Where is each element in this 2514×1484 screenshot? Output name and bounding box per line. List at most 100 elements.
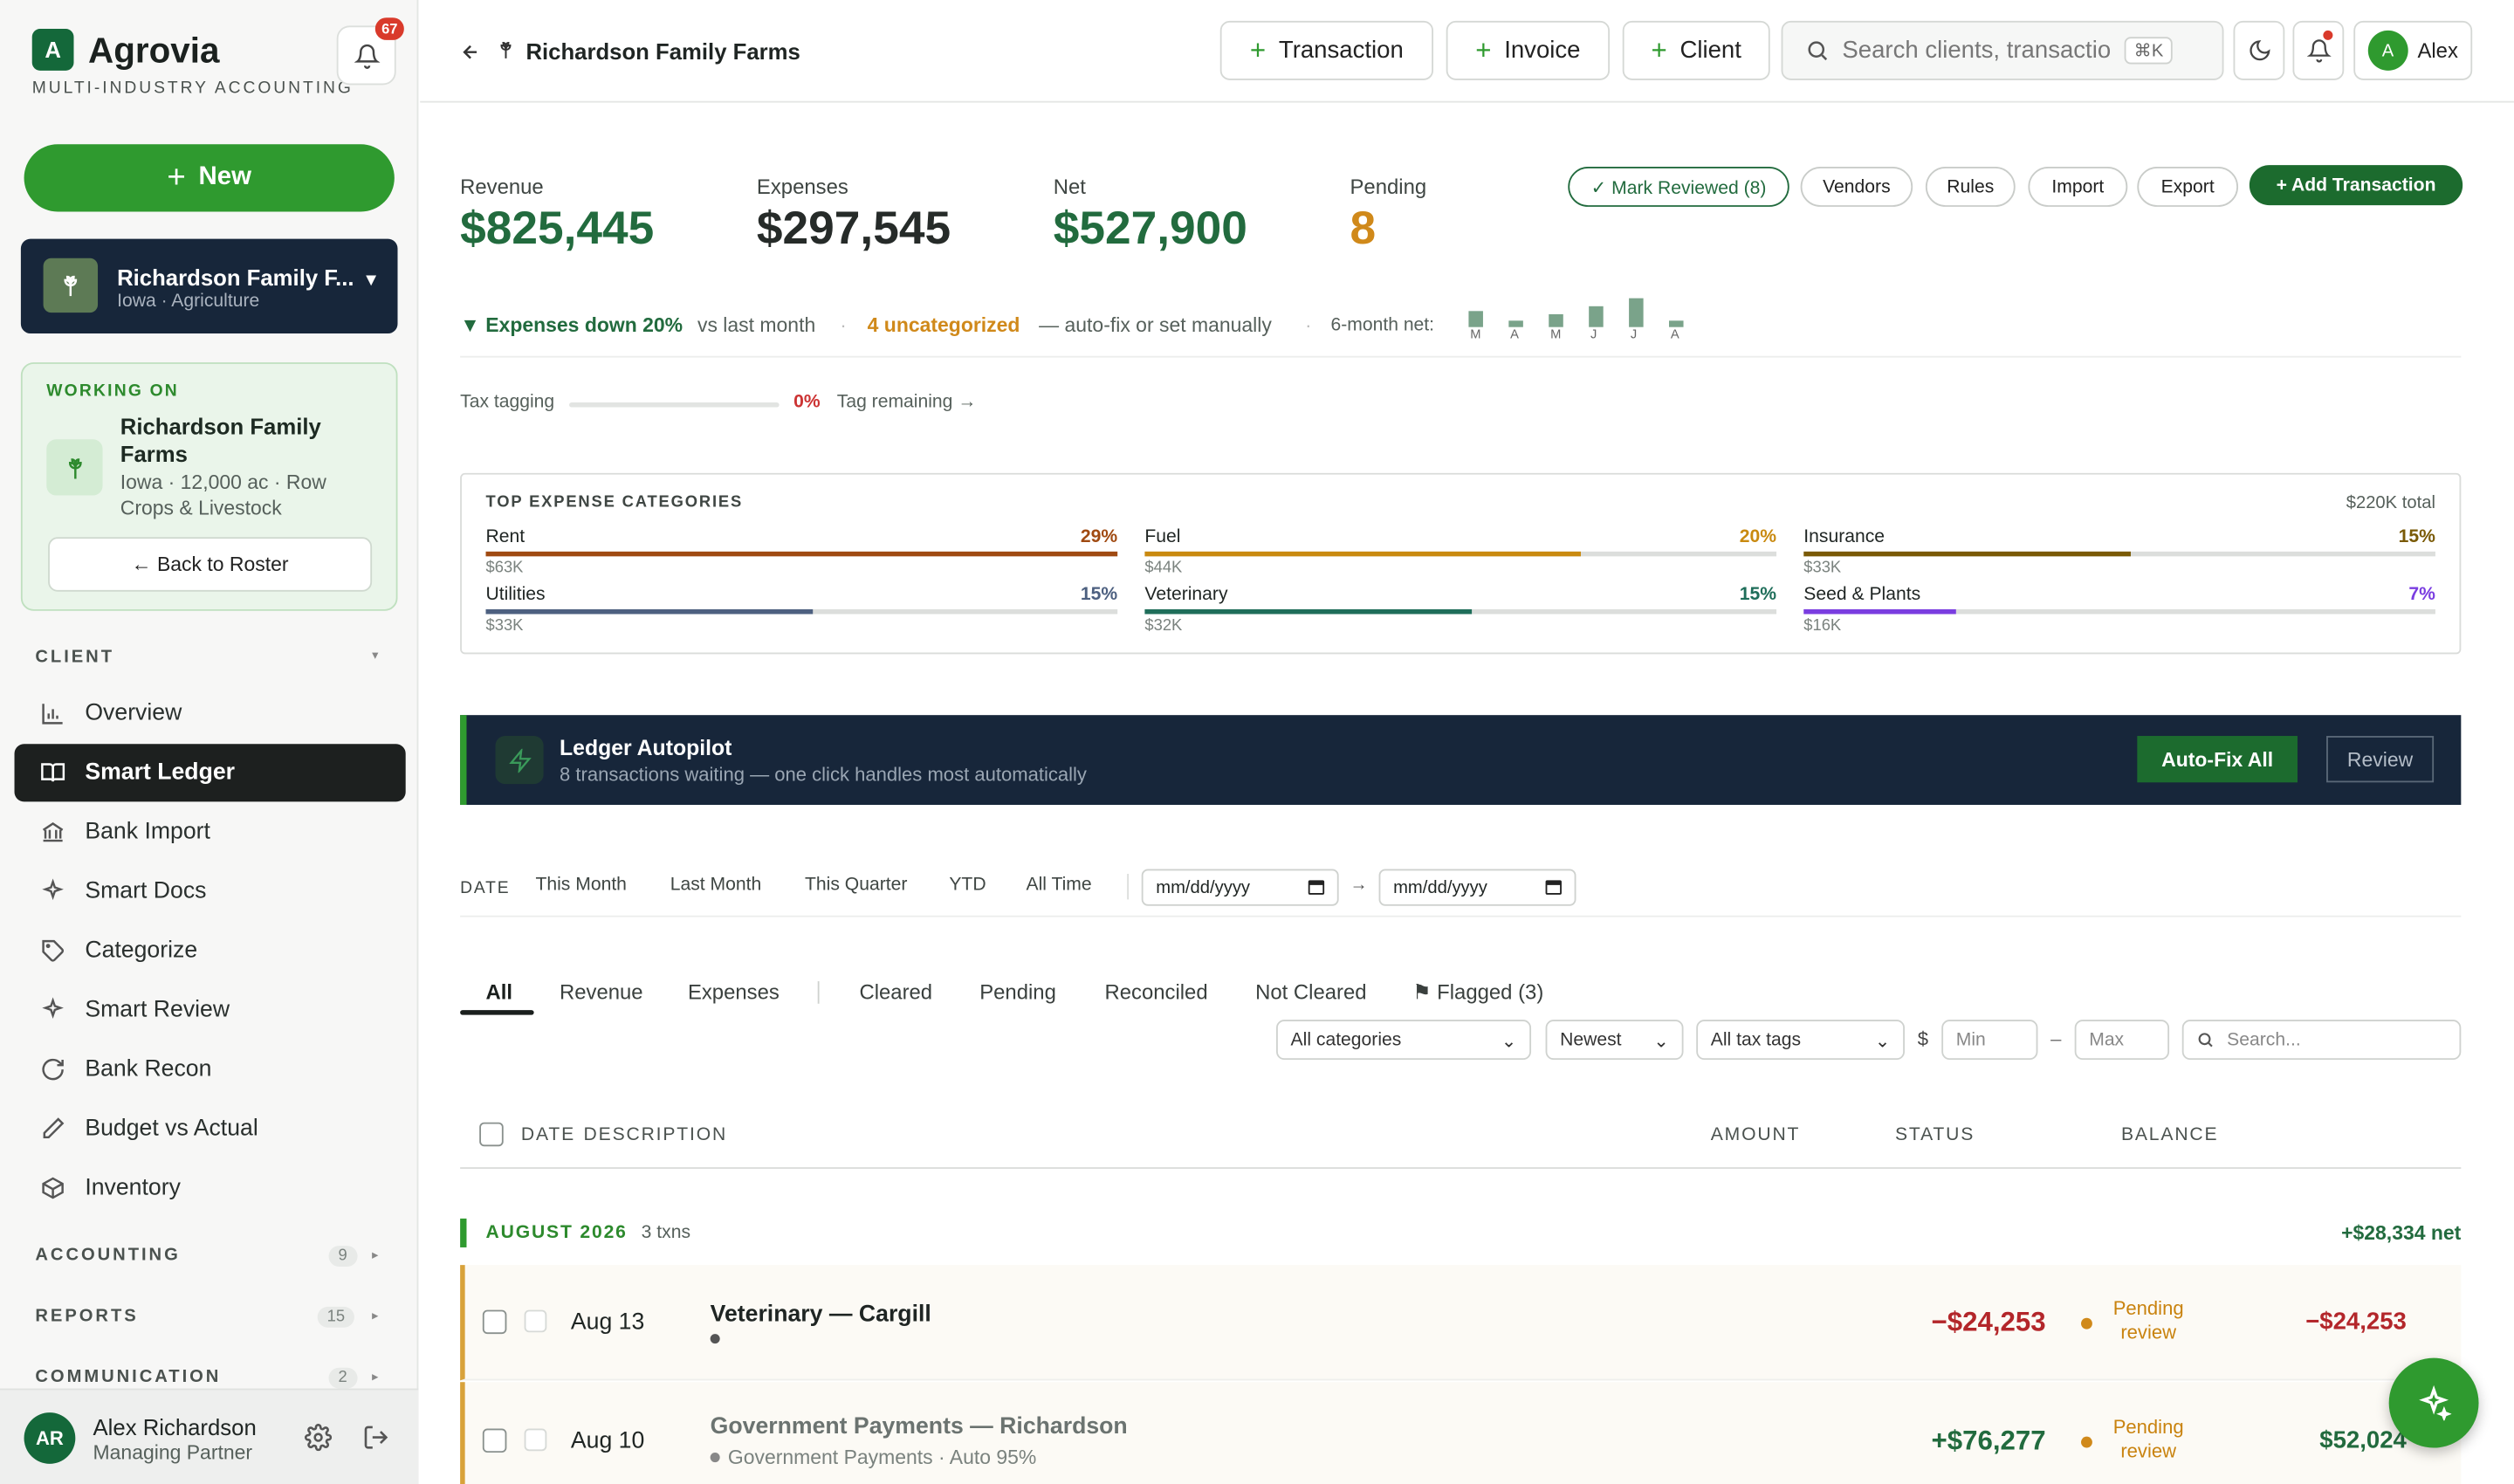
chevron-right-icon[interactable]: ▸ <box>372 1370 378 1384</box>
table-row[interactable]: Aug 13 Veterinary — Cargill −$24,253 Pen… <box>460 1265 2462 1381</box>
column-balance[interactable]: BALANCE <box>2121 1125 2218 1144</box>
rules-button[interactable]: Rules <box>1925 167 2016 207</box>
tab-revenue[interactable]: Revenue <box>560 979 643 1004</box>
date-from-input[interactable]: mm/dd/yyyy <box>1141 869 1339 906</box>
row-flag-checkbox[interactable] <box>524 1428 547 1452</box>
row-checkbox[interactable] <box>482 1309 507 1335</box>
table-search-input[interactable]: Search... <box>2181 1020 2462 1061</box>
section-communication[interactable]: COMMUNICATION <box>35 1368 221 1387</box>
tab-expenses[interactable]: Expenses <box>688 979 780 1004</box>
row-flag-checkbox[interactable] <box>524 1309 547 1333</box>
date-last-month[interactable]: Last Month <box>670 876 762 895</box>
sidebar-item-label: Categorize <box>85 938 198 964</box>
chevron-down-icon[interactable]: ▾ <box>372 648 378 663</box>
mark-reviewed-button[interactable]: ✓ Mark Reviewed (8) <box>1568 167 1789 207</box>
moon-icon <box>2249 40 2270 61</box>
sidebar-item-bank-import[interactable]: Bank Import <box>15 803 406 861</box>
avatar[interactable]: AR <box>24 1412 76 1464</box>
notifications-button[interactable]: 67 <box>336 17 404 86</box>
pending-value: 8 <box>1350 203 1377 256</box>
sidebar-item-categorize[interactable]: Categorize <box>15 922 406 979</box>
expense-category[interactable]: Rent 29% $63K <box>485 527 1118 581</box>
chevron-right-icon[interactable]: ▸ <box>372 1247 378 1262</box>
expense-category[interactable]: Insurance 15% $33K <box>1803 527 2435 581</box>
back-to-roster-button[interactable]: ← Back to Roster <box>48 537 373 592</box>
category-name: Insurance <box>1803 527 1886 547</box>
expense-category[interactable]: Seed & Plants 7% $16K <box>1803 585 2435 639</box>
column-status[interactable]: STATUS <box>1895 1125 1975 1144</box>
tab-cleared[interactable]: Cleared <box>859 979 932 1004</box>
column-description[interactable]: DESCRIPTION <box>584 1125 728 1144</box>
client-switcher[interactable]: Richardson Family F... Iowa · Agricultur… <box>20 238 398 334</box>
expense-category[interactable]: Veterinary 15% $32K <box>1144 585 1777 639</box>
sidebar-item-smart-review[interactable]: Smart Review <box>15 981 406 1039</box>
date-ytd[interactable]: YTD <box>949 876 986 895</box>
sort-select[interactable]: Newest ⌄ <box>1545 1020 1684 1061</box>
search-icon <box>1808 41 1828 61</box>
tab-pending[interactable]: Pending <box>979 979 1056 1004</box>
tax-tag-filter-value: All tax tags <box>1710 1030 1802 1050</box>
sidebar-item-overview[interactable]: Overview <box>15 684 406 742</box>
transaction-label: Transaction <box>1278 37 1404 65</box>
max-amount-input[interactable]: Max <box>2074 1020 2170 1061</box>
sidebar-item-smart-docs[interactable]: Smart Docs <box>15 862 406 920</box>
row-checkbox[interactable] <box>482 1428 507 1453</box>
add-transaction-quick-button[interactable]: + Transaction <box>1219 20 1434 80</box>
add-transaction-button[interactable]: + Add Transaction <box>2249 165 2463 206</box>
column-amount[interactable]: AMOUNT <box>1711 1125 1801 1144</box>
sparkline-label: A <box>1670 326 1679 342</box>
table-row[interactable]: Aug 10 Government Payments — Richardson … <box>460 1382 2462 1484</box>
theme-toggle-button[interactable] <box>2233 20 2285 80</box>
sparkles-icon <box>42 878 64 901</box>
sidebar-item-smart-ledger[interactable]: Smart Ledger <box>14 744 406 802</box>
new-button[interactable]: + New <box>24 144 395 212</box>
export-button[interactable]: Export <box>2137 167 2239 207</box>
uncategorized-link[interactable]: 4 uncategorized <box>868 314 1020 337</box>
sidebar-item-bank-recon[interactable]: Bank Recon <box>15 1041 406 1098</box>
tax-tag-filter-select[interactable]: All tax tags ⌄ <box>1696 1020 1905 1061</box>
tab-not-cleared[interactable]: Not Cleared <box>1255 979 1366 1004</box>
date-this-month[interactable]: This Month <box>535 876 626 895</box>
add-invoice-button[interactable]: + Invoice <box>1446 20 1611 80</box>
min-amount-input[interactable]: Min <box>1941 1020 2038 1061</box>
column-date[interactable]: DATE <box>521 1125 575 1144</box>
auto-fix-all-button[interactable]: Auto-Fix All <box>2137 736 2298 783</box>
sidebar-item-budget-vs-actual[interactable]: Budget vs Actual <box>15 1100 406 1158</box>
client-switcher-sub: Iowa · Agriculture <box>117 292 260 312</box>
row-balance: −$24,253 <box>2305 1308 2407 1336</box>
app-logo: A <box>31 29 74 71</box>
expense-category[interactable]: Utilities 15% $33K <box>485 585 1118 639</box>
ai-assistant-button[interactable] <box>2388 1357 2479 1448</box>
add-client-button[interactable]: + Client <box>1622 20 1770 80</box>
review-button[interactable]: Review <box>2326 736 2435 783</box>
user-role: Managing Partner <box>93 1441 253 1464</box>
expense-category[interactable]: Fuel 20% $44K <box>1144 527 1777 581</box>
header-notifications-button[interactable] <box>2292 20 2345 80</box>
section-accounting[interactable]: ACCOUNTING <box>35 1246 180 1265</box>
tag-remaining-link[interactable]: Tag remaining → <box>837 393 977 412</box>
tab-all[interactable]: All <box>486 979 513 1004</box>
vendors-button[interactable]: Vendors <box>1800 167 1913 207</box>
sidebar-item-inventory[interactable]: Inventory <box>15 1159 406 1217</box>
global-search[interactable]: Search clients, transactio ⌘K <box>1781 20 2224 80</box>
date-all-time[interactable]: All Time <box>1026 876 1091 895</box>
tab-flagged[interactable]: ⚑ Flagged (3) <box>1412 979 1543 1005</box>
category-amount: $44K <box>1144 560 1183 578</box>
shortcut-badge: ⌘K <box>2124 37 2174 65</box>
section-reports[interactable]: REPORTS <box>35 1307 138 1326</box>
import-button[interactable]: Import <box>2028 167 2128 207</box>
category-percent: 20% <box>1739 527 1777 547</box>
date-this-quarter[interactable]: This Quarter <box>805 876 907 895</box>
gear-icon[interactable] <box>305 1424 333 1452</box>
tab-reconciled[interactable]: Reconciled <box>1104 979 1207 1004</box>
sparkline-bar <box>1508 321 1523 327</box>
date-to-input[interactable]: mm/dd/yyyy <box>1378 869 1576 906</box>
tax-tagging-label: Tax tagging <box>460 392 555 413</box>
select-all-checkbox[interactable] <box>479 1122 504 1147</box>
tax-tagging-progress <box>569 402 780 408</box>
back-arrow-icon[interactable] <box>460 42 481 63</box>
category-filter-select[interactable]: All categories ⌄ <box>1276 1020 1532 1061</box>
chevron-right-icon[interactable]: ▸ <box>372 1309 378 1323</box>
user-menu-button[interactable]: A Alex <box>2353 20 2473 80</box>
logout-icon[interactable] <box>362 1424 389 1451</box>
